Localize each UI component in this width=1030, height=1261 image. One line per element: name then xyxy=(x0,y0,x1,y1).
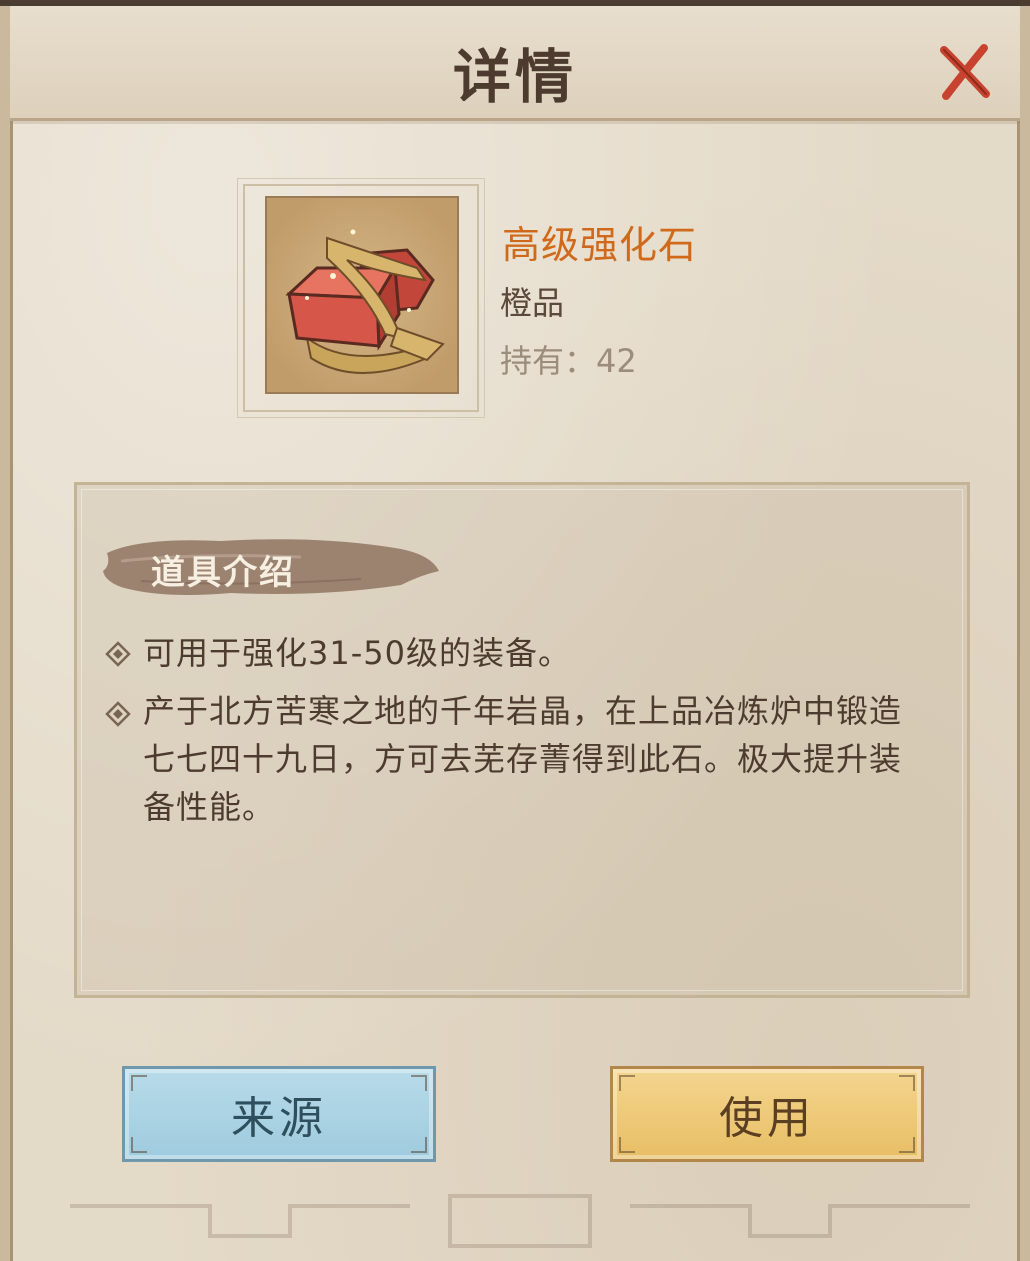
button-corner xyxy=(131,1137,147,1153)
button-corner xyxy=(619,1075,635,1091)
title-bar: 详情 xyxy=(10,6,1020,121)
section-label: 道具介绍 xyxy=(151,553,295,593)
item-description-box: 道具介绍 可用于强化31-50级的装备。 产于北方苦寒之地的千年岩晶，在上品冶炼… xyxy=(74,482,970,998)
enhancement-stone-icon xyxy=(285,229,445,374)
use-button-label: 使用 xyxy=(719,1093,815,1144)
button-corner xyxy=(619,1137,635,1153)
close-icon xyxy=(940,44,990,100)
item-owned-count: 持有：42 xyxy=(500,336,637,382)
owned-value: 42 xyxy=(596,342,637,380)
detail-dialog: 详情 高级强化石 橙品 持有：42 道具介绍 可用于强化31-50级的装备。 产… xyxy=(0,6,1030,1261)
item-tile[interactable] xyxy=(265,196,459,394)
item-name: 高级强化石 xyxy=(502,223,698,267)
button-corner xyxy=(411,1137,427,1153)
button-corner xyxy=(411,1075,427,1091)
description-line: 产于北方苦寒之地的千年岩晶，在上品冶炼炉中锻造七七四十九日，方可去芜存菁得到此石… xyxy=(143,692,903,826)
diamond-bullet-icon xyxy=(105,701,131,727)
panel-edge-left xyxy=(10,6,13,1261)
diamond-bullet-icon xyxy=(105,641,131,667)
use-button[interactable]: 使用 xyxy=(610,1066,924,1162)
button-corner xyxy=(899,1075,915,1091)
source-button[interactable]: 来源 xyxy=(122,1066,436,1162)
button-corner xyxy=(899,1137,915,1153)
item-quality: 橙品 xyxy=(500,284,565,322)
button-corner xyxy=(131,1075,147,1091)
source-button-label: 来源 xyxy=(231,1093,327,1144)
item-icon-frame xyxy=(237,178,485,418)
description-line: 可用于强化31-50级的装备。 xyxy=(143,634,571,672)
owned-label: 持有： xyxy=(500,342,597,380)
dialog-title: 详情 xyxy=(452,43,577,111)
decorative-pattern xyxy=(70,1194,970,1248)
close-button[interactable] xyxy=(932,40,996,104)
panel-edge-right xyxy=(1017,6,1020,1261)
